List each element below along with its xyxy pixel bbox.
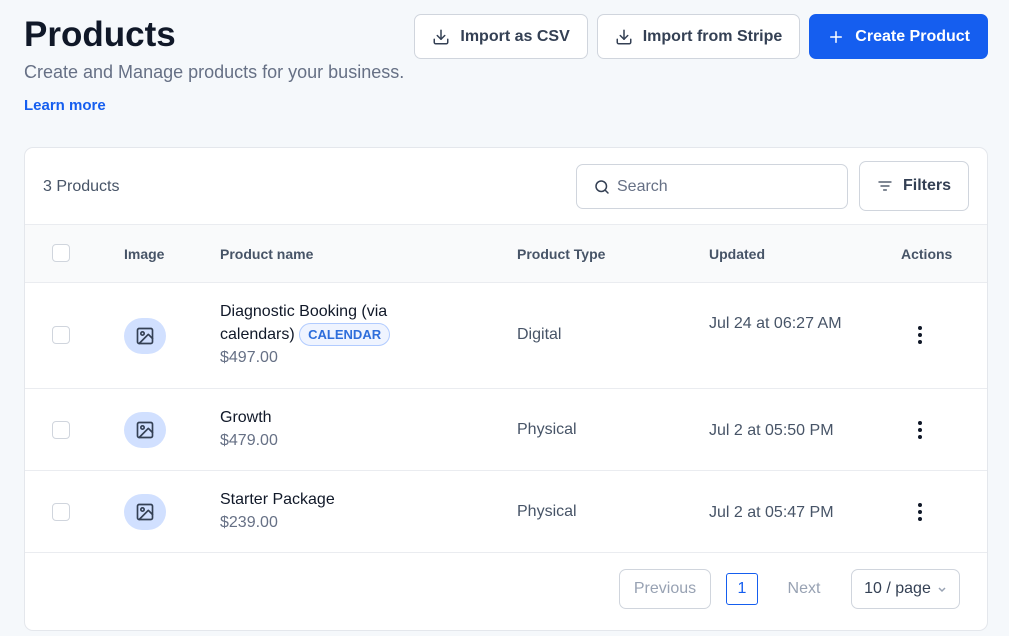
column-header-product-name: Product name bbox=[220, 246, 314, 262]
import-stripe-label: Import from Stripe bbox=[642, 27, 783, 45]
calendar-badge: CALENDAR bbox=[299, 323, 391, 347]
product-name-line2-wrap: calendars) CALENDAR bbox=[220, 323, 391, 347]
product-image-placeholder bbox=[124, 412, 166, 448]
product-name: Diagnostic Booking (via bbox=[220, 303, 388, 320]
product-name-cell: Diagnostic Booking (via calendars) CALEN… bbox=[220, 300, 391, 369]
plus-icon bbox=[830, 30, 843, 43]
more-actions-button[interactable] bbox=[913, 420, 927, 440]
page-size-select[interactable]: 10 / page bbox=[851, 569, 960, 609]
updated-date: Jul 2 at 05:50 PM bbox=[709, 422, 834, 439]
search-box bbox=[576, 164, 848, 209]
select-all-checkbox[interactable] bbox=[52, 244, 70, 262]
product-name-cell: Starter Package $239.00 bbox=[220, 488, 335, 534]
product-price: $497.00 bbox=[220, 349, 278, 367]
page-header: Products Create and Manage products for … bbox=[24, 14, 404, 115]
product-name: Starter Package bbox=[220, 491, 335, 508]
more-actions-button[interactable] bbox=[913, 325, 927, 345]
image-icon bbox=[136, 421, 154, 439]
page-title: Products bbox=[24, 15, 176, 54]
product-type: Physical bbox=[517, 503, 577, 520]
column-header-image: Image bbox=[124, 246, 165, 262]
product-name: Growth bbox=[220, 409, 272, 426]
filters-button[interactable]: Filters bbox=[859, 161, 969, 211]
products-card: 3 Products Filters Image Product name Pr… bbox=[24, 147, 988, 631]
column-header-updated: Updated bbox=[709, 246, 765, 262]
image-icon bbox=[136, 327, 154, 345]
table-row[interactable]: Growth $479.00 Physical Jul 2 at 05:50 P… bbox=[25, 389, 987, 471]
table-toolbar: 3 Products Filters bbox=[25, 148, 987, 225]
row-checkbox[interactable] bbox=[52, 421, 70, 439]
page-subtitle: Create and Manage products for your busi… bbox=[24, 62, 405, 82]
filters-label: Filters bbox=[902, 177, 951, 194]
search-input[interactable] bbox=[617, 177, 837, 196]
image-icon bbox=[136, 503, 154, 521]
product-image-placeholder bbox=[124, 318, 166, 354]
column-header-product-type: Product Type bbox=[517, 246, 606, 262]
kebab-icon bbox=[918, 421, 922, 439]
kebab-icon bbox=[918, 503, 922, 521]
updated-date: Jul 24 at 06:27 AM bbox=[709, 315, 842, 332]
more-actions-button[interactable] bbox=[913, 502, 927, 522]
download-icon bbox=[433, 29, 449, 44]
product-name-cell: Growth $479.00 bbox=[220, 406, 278, 452]
product-type: Digital bbox=[517, 326, 562, 343]
previous-page-button[interactable]: Previous bbox=[619, 569, 711, 609]
filter-lines-icon bbox=[878, 181, 892, 191]
row-checkbox[interactable] bbox=[52, 503, 70, 521]
product-price: $239.00 bbox=[220, 514, 278, 531]
product-type: Physical bbox=[517, 421, 577, 438]
kebab-icon bbox=[918, 326, 922, 344]
import-csv-button[interactable]: Import as CSV bbox=[414, 14, 588, 59]
current-page[interactable]: 1 bbox=[726, 573, 758, 605]
table-row[interactable]: Starter Package $239.00 Physical Jul 2 a… bbox=[25, 471, 987, 553]
product-price: $479.00 bbox=[220, 432, 278, 449]
pagination: Previous 1 Next 10 / page bbox=[25, 569, 987, 611]
page-size-value: 10 / page bbox=[864, 580, 931, 597]
chevron-down-icon bbox=[938, 587, 946, 593]
product-count: 3 Products bbox=[43, 178, 120, 195]
next-page-button[interactable]: Next bbox=[774, 569, 834, 609]
row-checkbox[interactable] bbox=[52, 326, 70, 344]
download-icon bbox=[616, 29, 632, 44]
import-csv-label: Import as CSV bbox=[460, 27, 570, 45]
search-icon bbox=[595, 179, 609, 194]
import-stripe-button[interactable]: Import from Stripe bbox=[596, 14, 801, 59]
header-actions: Import as CSV Import from Stripe Create … bbox=[414, 14, 988, 59]
create-product-label: Create Product bbox=[855, 27, 970, 45]
updated-date: Jul 2 at 05:47 PM bbox=[709, 504, 834, 521]
column-header-actions: Actions bbox=[901, 246, 953, 262]
product-image-placeholder bbox=[124, 494, 166, 530]
table-row[interactable]: Diagnostic Booking (via calendars) CALEN… bbox=[25, 283, 987, 389]
learn-more-link[interactable]: Learn more bbox=[24, 97, 106, 114]
table-header: Image Product name Product Type Updated … bbox=[25, 225, 987, 283]
create-product-button[interactable]: Create Product bbox=[809, 14, 988, 59]
product-name-cont: calendars) bbox=[220, 326, 295, 343]
